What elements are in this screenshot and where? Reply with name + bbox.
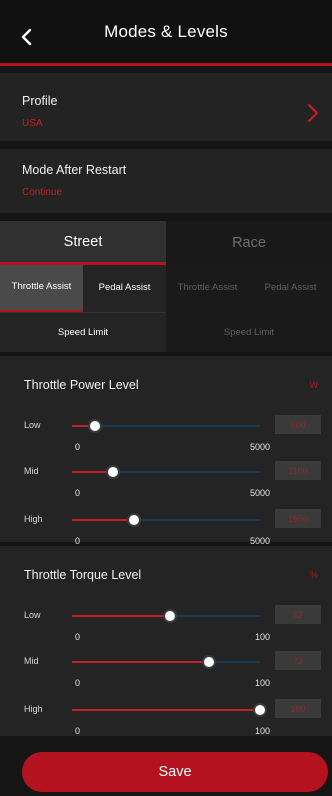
throttle-torque-title: Throttle Torque Level [24,568,142,582]
race-speed-limit-button[interactable]: Speed Limit [166,312,332,352]
tab-street[interactable]: Street [0,221,166,265]
slider-max-label: 5000 [249,442,270,452]
street-assist-group: Throttle Assist Pedal Assist [0,265,166,312]
throttle-power-unit: W [309,380,319,390]
slider-track[interactable] [72,655,260,669]
slider-max-label: 100 [254,632,270,642]
slider-min-label: 0 [75,442,81,452]
slider-min-label: 0 [75,632,81,642]
street-throttle-assist-button[interactable]: Throttle Assist [0,265,83,312]
back-arrow-icon[interactable] [18,28,36,46]
speed-limit-options: Speed Limit Speed Limit [0,312,332,352]
slider-label: High [24,704,43,714]
torque-slider-2[interactable]: High 100 0 100 [0,699,332,744]
mode-after-restart-value: Continue [22,187,63,198]
slider-handle[interactable] [253,703,267,717]
slider-fill [72,661,210,663]
torque-slider-1[interactable]: Mid 73 0 100 [0,651,332,696]
profile-value: USA [22,118,43,129]
slider-max-label: 5000 [249,536,270,546]
slider-track[interactable] [72,703,267,717]
profile-label: Profile [22,94,58,108]
tab-race[interactable]: Race [166,221,332,265]
slider-handle[interactable] [162,609,177,623]
slider-value-input[interactable]: 1100 [275,461,321,480]
slider-fill [72,709,260,711]
page-title: Modes & Levels [104,21,228,41]
slider-max-label: 5000 [249,488,270,498]
street-pedal-assist-button[interactable]: Pedal Assist [83,265,166,312]
race-pedal-assist-button[interactable]: Pedal Assist [249,265,332,312]
throttle-power-panel: Throttle Power Level W Low 600 0 5000 Mid 110… [0,356,332,546]
slider-max-label: 100 [254,726,270,736]
power-slider-0[interactable]: Low 600 0 5000 [0,415,332,460]
slider-min-label: 0 [75,536,81,546]
header: Modes & Levels [0,0,332,66]
slider-value-input[interactable]: 52 [275,605,321,624]
slider-min-label: 0 [75,678,81,688]
slider-label: Low [24,610,41,620]
slider-min-label: 0 [75,726,81,736]
slider-value-input[interactable]: 73 [275,651,321,670]
slider-value-input[interactable]: 100 [275,699,321,718]
slider-value-input[interactable]: 600 [275,415,321,434]
slider-value-input[interactable]: 1650 [275,509,321,528]
save-bar: Save [0,740,332,796]
slider-label: Mid [24,466,39,476]
torque-slider-0[interactable]: Low 52 0 100 [0,605,332,650]
slider-label: High [24,514,43,524]
slider-fill [72,615,170,617]
mode-after-restart-row[interactable]: Mode After Restart Continue [0,149,332,213]
slider-handle[interactable] [106,465,121,479]
chevron-right-icon[interactable] [307,103,319,123]
save-button[interactable]: Save [22,752,328,792]
throttle-torque-panel: Throttle Torque Level % Low 52 0 100 Mid 73 0 1… [0,546,332,736]
slider-label: Mid [24,656,39,666]
slider-fill [72,519,135,521]
assist-options: Throttle Assist Pedal Assist Throttle As… [0,265,332,312]
race-throttle-assist-button[interactable]: Throttle Assist [166,265,249,312]
slider-track[interactable] [72,609,260,623]
mode-after-restart-label: Mode After Restart [22,163,127,177]
slider-max-label: 100 [254,678,270,688]
slider-handle[interactable] [87,419,102,433]
street-speed-limit-button[interactable]: Speed Limit [0,312,166,352]
profile-row[interactable]: Profile USA [0,73,332,141]
mode-tabs: Street Race [0,221,332,265]
slider-handle[interactable] [202,655,217,669]
throttle-torque-unit: % [309,570,318,580]
slider-track[interactable] [72,513,260,527]
slider-min-label: 0 [75,488,81,498]
slider-track[interactable] [72,419,260,433]
power-slider-1[interactable]: Mid 1100 0 5000 [0,461,332,506]
slider-label: Low [24,420,41,430]
race-assist-group: Throttle Assist Pedal Assist [166,265,332,312]
slider-track[interactable] [72,465,260,479]
slider-handle[interactable] [127,513,142,527]
throttle-power-title: Throttle Power Level [24,378,139,392]
